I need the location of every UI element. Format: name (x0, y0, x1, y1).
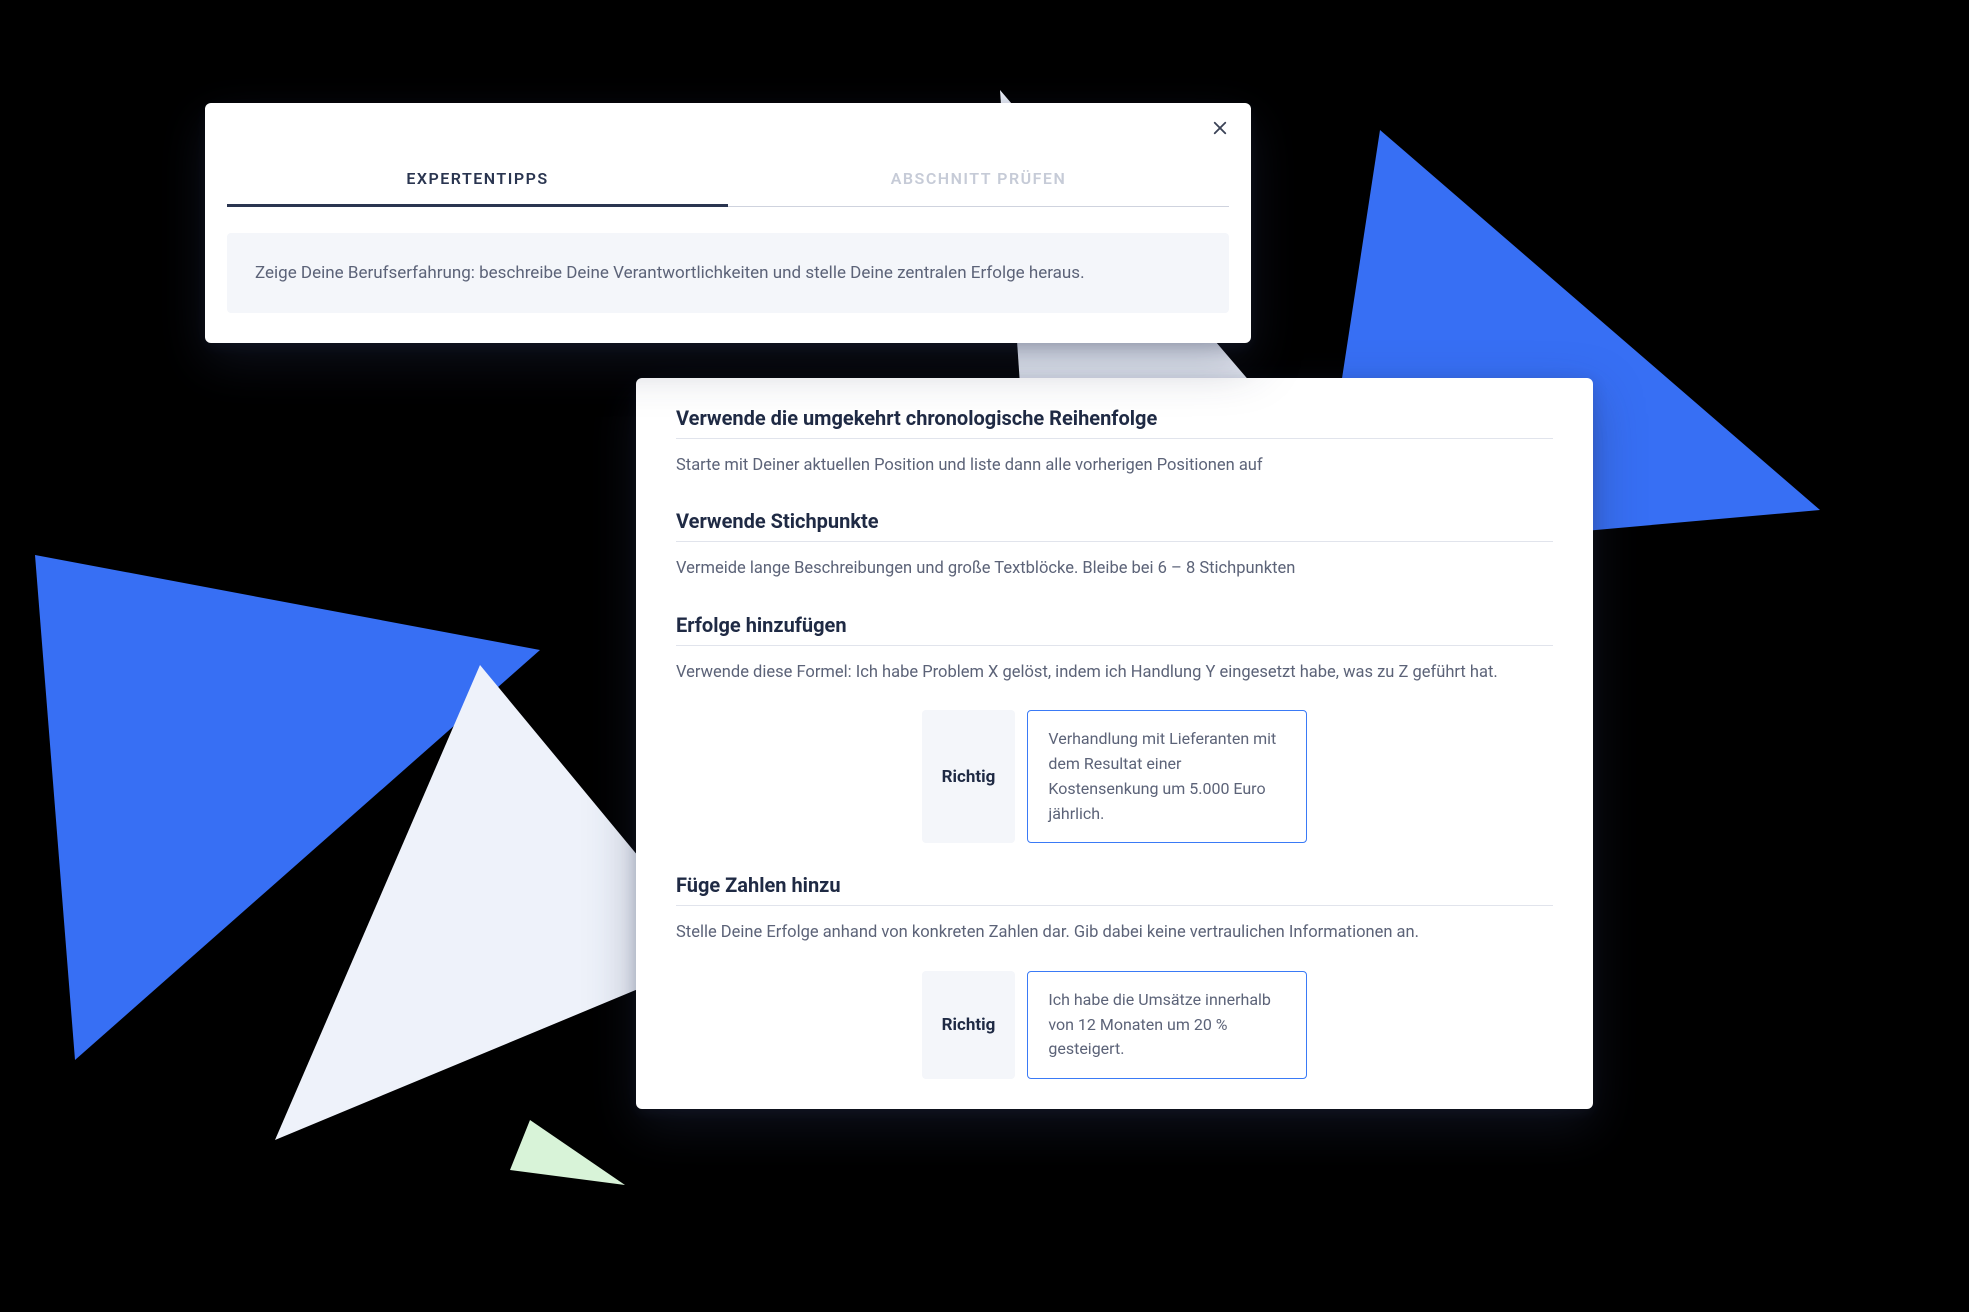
tab-abschnitt-pruefen[interactable]: ABSCHNITT PRÜFEN (728, 147, 1229, 207)
example-text: Verhandlung mit Lieferanten mit dem Resu… (1027, 710, 1307, 843)
tips-content-panel: Verwende die umgekehrt chronologische Re… (636, 378, 1593, 1109)
example-row: RichtigVerhandlung mit Lieferanten mit d… (676, 710, 1553, 843)
tab-expertentipps[interactable]: EXPERTENTIPPS (227, 147, 728, 207)
tips-modal: EXPERTENTIPPS ABSCHNITT PRÜFEN Zeige Dein… (205, 103, 1251, 343)
tip-section: Erfolge hinzufügen Verwende diese Formel:… (676, 613, 1553, 844)
tip-section: Verwende die umgekehrt chronologische Re… (676, 406, 1553, 479)
tip-section: Füge Zahlen hinzu Stelle Deine Erfolge an… (676, 873, 1553, 1079)
tip-section-title: Verwende die umgekehrt chronologische Re… (676, 406, 1553, 439)
tab-label: EXPERTENTIPPS (406, 169, 548, 188)
tip-section-body: Stelle Deine Erfolge anhand von konkrete… (676, 920, 1553, 946)
triangle-small-green (510, 1120, 625, 1185)
tip-section-title: Verwende Stichpunkte (676, 509, 1553, 542)
example-text: Ich habe die Umsätze innerhalb von 12 Mo… (1027, 971, 1307, 1079)
close-button[interactable] (1203, 113, 1237, 147)
example-tag: Richtig (922, 971, 1016, 1079)
tip-section-body: Vermeide lange Beschreibungen und große … (676, 556, 1553, 582)
tip-section-title: Füge Zahlen hinzu (676, 873, 1553, 906)
tip-section-body: Starte mit Deiner aktuellen Position und… (676, 453, 1553, 479)
tip-section-body: Verwende diese Formel: Ich habe Problem … (676, 660, 1553, 686)
tabs: EXPERTENTIPPS ABSCHNITT PRÜFEN (205, 147, 1251, 207)
tip-section: Verwende Stichpunkte Vermeide lange Besch… (676, 509, 1553, 582)
example-row: RichtigIch habe die Umsätze innerhalb vo… (676, 971, 1553, 1079)
intro-text: Zeige Deine Berufserfahrung: beschreibe … (227, 233, 1229, 313)
close-icon (1211, 119, 1229, 141)
example-tag: Richtig (922, 710, 1016, 843)
tab-label: ABSCHNITT PRÜFEN (891, 169, 1067, 188)
tip-section-title: Erfolge hinzufügen (676, 613, 1553, 646)
